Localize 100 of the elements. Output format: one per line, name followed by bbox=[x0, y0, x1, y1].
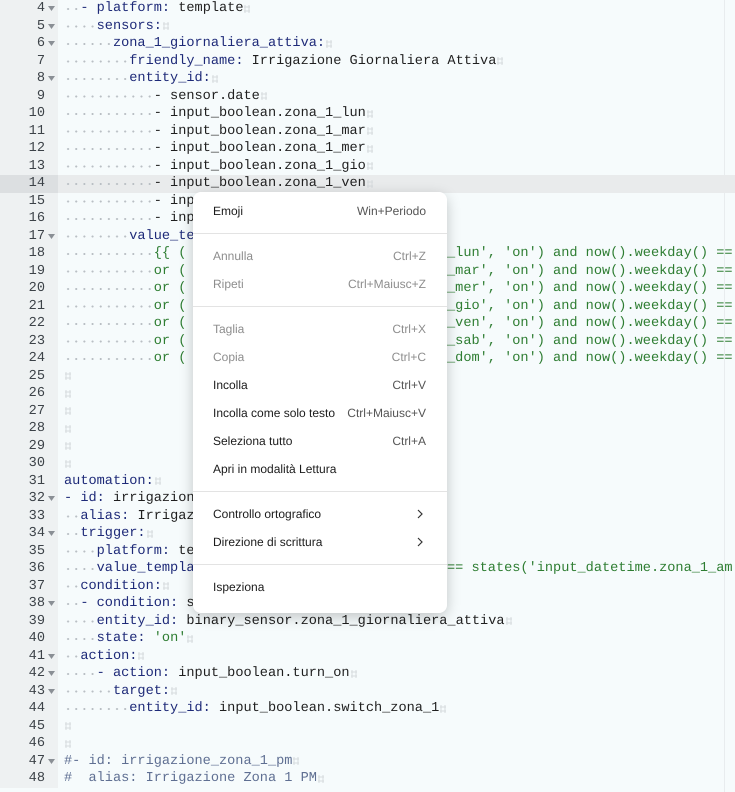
code-text: or ( bbox=[154, 332, 186, 350]
line-number: 32 bbox=[28, 490, 45, 508]
code-text: te bbox=[177, 542, 195, 560]
line-number: 36 bbox=[28, 560, 45, 578]
line-number: 27 bbox=[28, 402, 45, 420]
line-number: 46 bbox=[28, 735, 45, 752]
code-text: value_te bbox=[129, 228, 195, 245]
line-number: 16 bbox=[28, 210, 45, 228]
line-number: 11 bbox=[28, 122, 45, 140]
line-number: 20 bbox=[28, 280, 45, 298]
line-number: 8 bbox=[36, 70, 45, 88]
code-text: #- id: irrigazione_zona_1_pm bbox=[64, 752, 292, 770]
fold-caret-icon[interactable] bbox=[48, 24, 55, 29]
code-text: binary_sensor.zona_1_giornaliera_attiva bbox=[185, 612, 505, 630]
menu-item[interactable]: Controllo ortografico bbox=[193, 500, 447, 528]
line-number: 14 bbox=[28, 175, 45, 192]
line-number: 7 bbox=[36, 52, 45, 70]
code-text: _gio', 'on') and now().weekday() == bbox=[447, 298, 733, 315]
menu-item[interactable]: Seleziona tutto Ctrl+A bbox=[193, 427, 447, 455]
line-number: 29 bbox=[28, 438, 45, 455]
fold-caret-icon[interactable] bbox=[48, 41, 55, 46]
menu-item[interactable]: Emoji Win+Periodo bbox=[193, 197, 447, 225]
code-text: _lun', 'on') and now().weekday() == bbox=[447, 245, 733, 262]
line-number: 10 bbox=[28, 105, 45, 122]
line-number: 12 bbox=[28, 140, 45, 158]
menu-item[interactable]: Ispeziona bbox=[193, 573, 447, 601]
code-text: - input_boolean.zona_1_gio bbox=[154, 158, 366, 175]
fold-caret-icon[interactable] bbox=[48, 234, 55, 239]
code-text: or ( bbox=[154, 298, 186, 315]
code-text: irrigazion bbox=[112, 490, 195, 508]
code-text: - input_boolean.zona_1_lun bbox=[154, 105, 366, 122]
code-editor[interactable] bbox=[0, 0, 735, 792]
fold-caret-icon[interactable] bbox=[48, 6, 55, 12]
line-number: 35 bbox=[28, 542, 45, 560]
line-number: 18 bbox=[28, 245, 45, 262]
fold-caret-icon[interactable] bbox=[48, 758, 55, 764]
line-number: 4 bbox=[36, 0, 45, 18]
code-text: - input_boolean.zona_1_ven bbox=[154, 175, 366, 192]
code-text: {{ ( bbox=[154, 245, 186, 262]
line-number: 26 bbox=[28, 385, 45, 402]
line-number: 17 bbox=[28, 228, 45, 245]
line-number: 28 bbox=[28, 420, 45, 438]
code-text: _ven', 'on') and now().weekday() == bbox=[447, 315, 733, 332]
fold-caret-icon[interactable] bbox=[48, 601, 55, 606]
code-text: input_boolean.turn_on bbox=[177, 665, 350, 682]
code-text: - inp bbox=[154, 210, 195, 228]
line-number: 9 bbox=[36, 88, 45, 105]
code-text: input_boolean.switch_zona_1 bbox=[218, 700, 440, 718]
line-number: 15 bbox=[28, 192, 45, 210]
line-number: 23 bbox=[28, 332, 45, 350]
line-number: 37 bbox=[28, 578, 45, 595]
fold-caret-icon[interactable] bbox=[48, 671, 55, 676]
line-number: 21 bbox=[28, 298, 45, 315]
line-number: 22 bbox=[28, 315, 45, 332]
code-text: zona_1_giornaliera_attiva: bbox=[112, 35, 326, 52]
code-text: s bbox=[185, 595, 195, 612]
code-text: value_templa bbox=[96, 560, 195, 578]
code-text: entity_id: bbox=[129, 700, 211, 718]
line-number: 41 bbox=[28, 648, 45, 665]
line-number: 42 bbox=[28, 665, 45, 682]
code-text: or ( bbox=[154, 350, 186, 368]
line-number: 43 bbox=[28, 682, 45, 700]
code-text: _mer', 'on') and now().weekday() == bbox=[447, 280, 733, 298]
line-number: 48 bbox=[28, 770, 45, 788]
code-text: trigger: bbox=[80, 525, 146, 542]
code-text: # alias: Irrigazione Zona 1 PM bbox=[64, 770, 317, 788]
code-text: target: bbox=[112, 682, 170, 700]
code-text: or ( bbox=[154, 315, 186, 332]
code-text: _dom', 'on') and now().weekday() == bbox=[447, 350, 733, 368]
menu-item[interactable]: Incolla Ctrl+V bbox=[193, 371, 447, 399]
fold-caret-icon[interactable] bbox=[48, 496, 55, 502]
code-text: action: bbox=[80, 648, 138, 665]
line-number: 31 bbox=[28, 472, 45, 490]
fold-caret-icon[interactable] bbox=[48, 531, 55, 536]
fold-caret-icon[interactable] bbox=[48, 76, 55, 82]
code-text: or ( bbox=[154, 280, 186, 298]
code-text: _mar', 'on') and now().weekday() == bbox=[447, 262, 733, 280]
line-number: 40 bbox=[28, 630, 45, 648]
code-text: == states('input_datetime.zona_1_am bbox=[447, 560, 733, 578]
code-text: alias: bbox=[80, 508, 130, 525]
code-text: - condition: bbox=[80, 595, 178, 612]
line-number: 33 bbox=[28, 508, 45, 525]
menu-item[interactable]: Incolla come solo testo Ctrl+Maiusc+V bbox=[193, 399, 447, 427]
line-number: 44 bbox=[28, 700, 45, 718]
line-number: 39 bbox=[28, 612, 45, 630]
fold-caret-icon[interactable] bbox=[48, 654, 55, 659]
line-number: 24 bbox=[28, 350, 45, 368]
line-number: 30 bbox=[28, 455, 45, 472]
menu-item[interactable]: Apri in modalità Lettura bbox=[193, 455, 447, 483]
code-text: state: bbox=[96, 630, 146, 648]
code-text: - input_boolean.zona_1_mar bbox=[154, 122, 366, 140]
code-text: - input_boolean.zona_1_mer bbox=[154, 140, 366, 158]
menu-item[interactable]: Direzione di scrittura bbox=[193, 528, 447, 556]
code-text: or ( bbox=[154, 262, 186, 280]
code-text: _sab', 'on') and now().weekday() == bbox=[447, 332, 733, 350]
code-text: automation: bbox=[64, 472, 154, 490]
line-number: 6 bbox=[36, 35, 45, 52]
fold-caret-icon[interactable] bbox=[48, 688, 55, 694]
code-text: entity_id: bbox=[129, 70, 211, 88]
line-number: 25 bbox=[28, 368, 45, 385]
